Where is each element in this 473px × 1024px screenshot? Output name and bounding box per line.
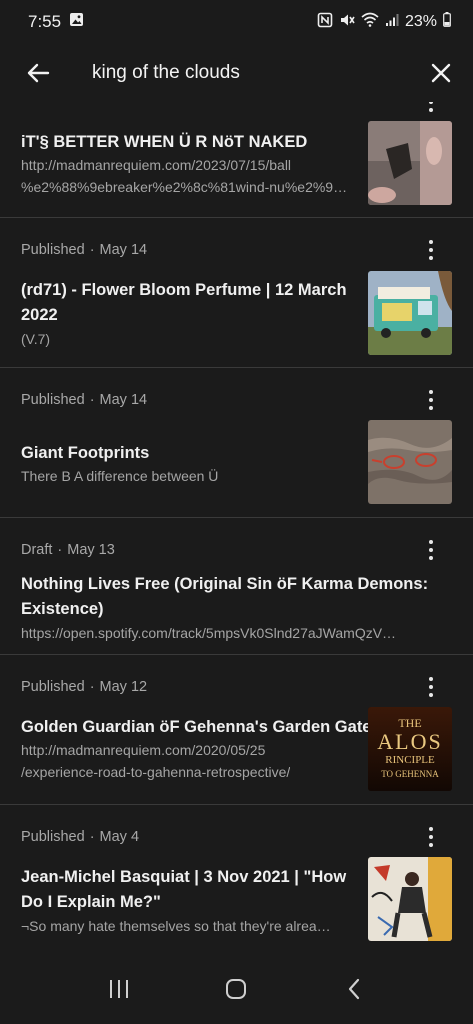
search-bar: king of the clouds xyxy=(0,44,473,102)
post-url-cont: /experience-road-to-gahenna-retrospectiv… xyxy=(21,764,291,780)
post-meta: Published · May 14 xyxy=(21,242,148,258)
recent-apps-icon xyxy=(109,980,128,998)
mute-icon xyxy=(339,12,355,33)
post-thumbnail: THE ALOS RINCIPLE TO GEHENNA xyxy=(368,707,452,791)
post-title: iT'§ BETTER WHEN Ü R NöT NAKED xyxy=(21,133,308,151)
post-thumbnail xyxy=(368,121,452,205)
post-item[interactable]: Published · May 4 Jean-Michel Basquiat | 3… xyxy=(0,805,473,954)
post-meta: Published · May 14 xyxy=(21,392,148,408)
post-excerpt: (V.7) xyxy=(21,331,51,347)
gallery-icon xyxy=(69,12,84,32)
post-item[interactable]: Draft · May 13 Nothing Lives Free (Origina… xyxy=(0,518,473,655)
post-title: Golden Guardian öF Gehenna's Garden Gate… xyxy=(21,718,381,736)
system-nav-bar xyxy=(0,954,473,1024)
post-meta: Published · May 4 xyxy=(21,829,140,845)
clear-search-button[interactable] xyxy=(427,59,455,87)
post-excerpt: ¬So many hate themselves so that they're… xyxy=(21,918,331,934)
post-title: Jean-Michel Basquiat | 3 Nov 2021 | "How xyxy=(21,868,347,886)
more-options-button[interactable] xyxy=(419,823,443,851)
post-url: https://open.spotify.com/track/5mpsVk0Sl… xyxy=(21,625,397,641)
post-date: May 12 xyxy=(99,679,148,695)
more-options-button[interactable] xyxy=(419,102,443,116)
post-url: http://madmanrequiem.com/2023/07/15/ball xyxy=(21,157,292,173)
post-thumbnail xyxy=(368,271,452,355)
post-item[interactable]: Published · May 14 (rd71) - Flower Bloom P… xyxy=(0,218,473,368)
post-status: Published xyxy=(21,392,85,408)
post-title-cont: 2022 xyxy=(21,306,58,324)
post-date: May 14 xyxy=(99,242,148,258)
more-options-button[interactable] xyxy=(419,386,443,414)
post-title: Nothing Lives Free (Original Sin öF Karm… xyxy=(21,575,429,593)
post-list: iT'§ BETTER WHEN Ü R NöT NAKED http://ma… xyxy=(0,102,473,954)
battery-percent: 23% xyxy=(404,13,437,30)
post-status: Published xyxy=(21,829,85,845)
wifi-icon xyxy=(361,12,379,32)
post-url: http://madmanrequiem.com/2020/05/25 xyxy=(21,742,266,758)
post-meta: Published · May 12 xyxy=(21,679,148,695)
post-excerpt: There B A difference between Ü xyxy=(21,468,219,484)
back-nav-button[interactable] xyxy=(334,969,374,1009)
chevron-left-icon xyxy=(349,978,360,1000)
post-title: Giant Footprints xyxy=(21,444,150,462)
post-item[interactable]: Published · May 12 Golden Guardian öF Gehe… xyxy=(0,655,473,805)
post-status: Published xyxy=(21,242,85,258)
post-title-cont: Do I Explain Me?" xyxy=(21,893,161,911)
post-meta: Draft · May 13 xyxy=(21,542,115,558)
battery-icon xyxy=(443,12,451,32)
post-status: Draft xyxy=(21,542,53,558)
back-button[interactable] xyxy=(24,59,52,87)
status-time: 7:55 xyxy=(28,12,62,31)
signal-icon xyxy=(385,13,399,32)
nfc-icon xyxy=(317,12,333,33)
post-title-cont: Existence) xyxy=(21,600,104,618)
thumb-text-line4: TO GEHENNA xyxy=(381,769,439,779)
post-title: (rd71) - Flower Bloom Perfume | 12 March xyxy=(21,281,347,299)
more-options-button[interactable] xyxy=(419,673,443,701)
post-item[interactable]: iT'§ BETTER WHEN Ü R NöT NAKED http://ma… xyxy=(0,102,473,218)
close-icon xyxy=(431,63,451,83)
thumb-text-line3: RINCIPLE xyxy=(385,754,435,766)
home-button[interactable] xyxy=(216,969,256,1009)
post-url-cont: %e2%88%9ebreaker%e2%8c%81wind-nu%e2%9… xyxy=(21,179,348,195)
arrow-left-icon xyxy=(27,63,50,83)
status-bar: 7:55 23% xyxy=(0,0,473,44)
more-options-button[interactable] xyxy=(419,236,443,264)
home-icon xyxy=(226,979,247,999)
thumb-text-line1: THE xyxy=(398,716,421,730)
search-input[interactable]: king of the clouds xyxy=(52,62,427,84)
post-thumbnail xyxy=(368,420,452,504)
more-options-button[interactable] xyxy=(419,536,443,564)
post-date: May 13 xyxy=(67,542,115,558)
post-item[interactable]: Published · May 14 Giant Footprints There … xyxy=(0,368,473,518)
post-date: May 14 xyxy=(99,392,148,408)
recent-apps-button[interactable] xyxy=(99,969,139,1009)
post-date: May 4 xyxy=(99,829,140,845)
post-thumbnail xyxy=(368,857,452,941)
thumb-text-line2: ALOS xyxy=(377,729,442,754)
post-status: Published xyxy=(21,679,85,695)
